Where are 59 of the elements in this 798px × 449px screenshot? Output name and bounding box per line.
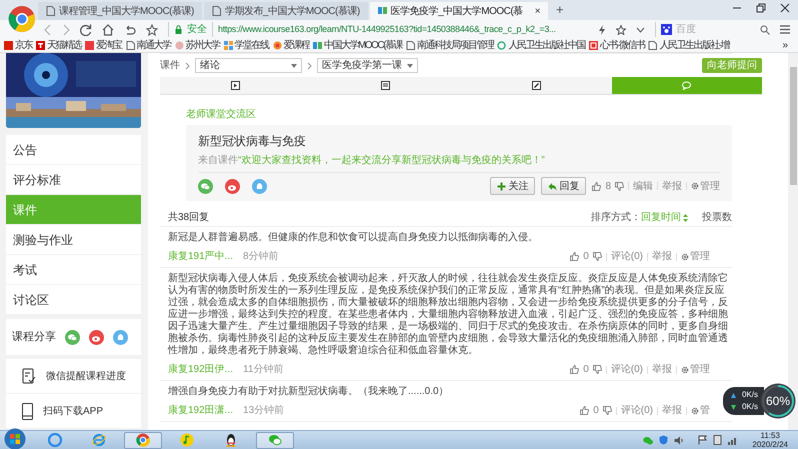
reply-button[interactable]: 回复 bbox=[541, 177, 586, 195]
sort-label: 排序方式： bbox=[591, 210, 641, 225]
share-label: 课程分享 bbox=[12, 330, 56, 345]
like-count: 0 bbox=[583, 363, 589, 377]
sidebar-link[interactable]: 微信提醒课程进度 bbox=[46, 368, 126, 384]
browser-tab[interactable]: 学期发布_中国大学MOOC(慕课) bbox=[204, 2, 368, 20]
report-link[interactable]: 举报 bbox=[652, 249, 672, 264]
manage-link[interactable]: 管理 bbox=[690, 249, 710, 264]
topic-source: 来自课件“欢迎大家查找资料，一起来交流分享新型冠状病毒与免疫的关系吧！” bbox=[198, 153, 720, 173]
section-label: 老师课堂交流区 bbox=[185, 108, 257, 122]
manage-link[interactable]: 管理 bbox=[690, 362, 710, 377]
clock-time: 11:53 bbox=[760, 431, 780, 440]
bookmark-link[interactable]: 中国大学MOOC(慕课 bbox=[324, 40, 402, 52]
bookmark-link[interactable]: 苏州大学 bbox=[186, 40, 220, 52]
browser-tab[interactable]: 课程管理_中国大学MOOC(慕课) bbox=[38, 2, 202, 20]
bookmark-link[interactable]: 南通大学 bbox=[136, 40, 170, 52]
reply-text: 新冠是人群普遍易感。但健康的作息和饮食可以提高自身免疫力以抵御病毒的入侵。 bbox=[168, 232, 539, 244]
search-field[interactable]: 百度 bbox=[676, 22, 751, 37]
report-link[interactable]: 举报 bbox=[652, 362, 672, 377]
bookmark-link[interactable]: 学堂在线 bbox=[234, 40, 268, 52]
comment-link[interactable]: 评论(0) bbox=[610, 362, 643, 377]
security-label: 安全 bbox=[187, 22, 213, 37]
like-count: 0 bbox=[583, 250, 589, 264]
topic-title: 新型冠状病毒与免疫 bbox=[198, 133, 307, 150]
reply-text: 增强自身免疫力有助于对抗新型冠状病毒。（我来晚了......0.0） bbox=[168, 386, 450, 398]
manage-link[interactable]: 管 bbox=[700, 403, 710, 418]
bookmark-link[interactable]: 天猫精选 bbox=[47, 40, 81, 52]
bookmark-link[interactable]: 心书·微信书 bbox=[600, 40, 644, 52]
reply-time: 13分钟前 bbox=[243, 404, 284, 418]
url-field[interactable]: https://www.icourse163.org/learn/NTU-1449925163?tid=1450388446&_trace_c_p_k2_=3... bbox=[218, 22, 556, 36]
clock-date: 2020/2/24 bbox=[752, 440, 788, 449]
breadcrumb-link[interactable]: 课件 bbox=[160, 58, 180, 73]
report-link[interactable]: 举报 bbox=[662, 403, 682, 418]
bookmark-link[interactable]: 爱课程 bbox=[284, 40, 309, 52]
memory-percent: 60% bbox=[766, 394, 790, 408]
comment-link[interactable]: 评论(0) bbox=[610, 249, 643, 264]
reply-time: 11分钟前 bbox=[243, 362, 284, 377]
like-count: 0 bbox=[593, 404, 599, 418]
bookmark-link[interactable]: 爱淘宝 bbox=[96, 40, 122, 52]
tab-close-button[interactable]: × bbox=[534, 4, 540, 18]
comment-link[interactable]: 评论(0) bbox=[620, 403, 653, 418]
browser-tab[interactable]: 医学免疫学_中国大学MOOC(慕 × bbox=[370, 2, 548, 20]
reply-text: 新型冠状病毒入侵人体后，免疫系统会被调动起来，歼灭敌人的时候，往往就会发生炎症反应。炎症反应是人体免疫系统清除它认为有害的物质时所发生的一系列生理反应，是免疫系统保护我们的正常反应，通常具有“红肿热痛”的表现。但是如果炎症反应过强，就会造成太多的自体细胞损伤，而大量被破坏的细胞释放出细胞内容物，又会进一步给免疫系统提供更多的分子信号，反应进一步增强，最终达到失控的程度。在某些患者体内，大量细胞内容物释放进入血液，引起广泛、强烈的免疫应答，多种细胞因子迅速大量产生。产生过量细胞因子导致的结果，是一场极端的、同归于尽式的免疫攻击。在杀伤病原体的同时，更多自身细胞被杀伤。病毒性肺炎引起的这种反应主要发生在肺部的血管壁内皮细胞，会导致大量活化的免疫细胞涌入肺部，同时血管通透性增加，最终患者死于肺衰竭、急性呼吸窘迫综合征和低血容量休克。 bbox=[168, 273, 729, 357]
sidebar-link[interactable]: 扫码下载APP bbox=[43, 404, 104, 418]
follow-button[interactable]: 关注 bbox=[490, 177, 536, 195]
dropdown[interactable]: 医学免疫学第一课 bbox=[317, 58, 418, 73]
reply-count: 共38回复 bbox=[168, 210, 210, 225]
more-bookmarks-button[interactable]: » bbox=[782, 38, 794, 53]
new-tab-button[interactable]: + bbox=[556, 0, 564, 20]
sort-option[interactable]: 投票数 bbox=[702, 210, 732, 225]
like-count: 8 bbox=[605, 180, 611, 194]
reply-time: 8分钟前 bbox=[243, 250, 279, 264]
upload-speed: 0K/s bbox=[742, 389, 758, 401]
download-speed: 0K/s bbox=[742, 401, 758, 413]
bookmark-link[interactable]: 南通科技局项目管理 bbox=[416, 40, 494, 52]
bookmark-link[interactable]: 京东 bbox=[15, 40, 32, 52]
bookmark-link[interactable]: 人民卫生出版社-增 bbox=[659, 40, 730, 52]
bookmark-link[interactable]: 人民卫生出版社中国 bbox=[508, 40, 585, 52]
dropdown[interactable]: 绪论 bbox=[195, 58, 302, 73]
